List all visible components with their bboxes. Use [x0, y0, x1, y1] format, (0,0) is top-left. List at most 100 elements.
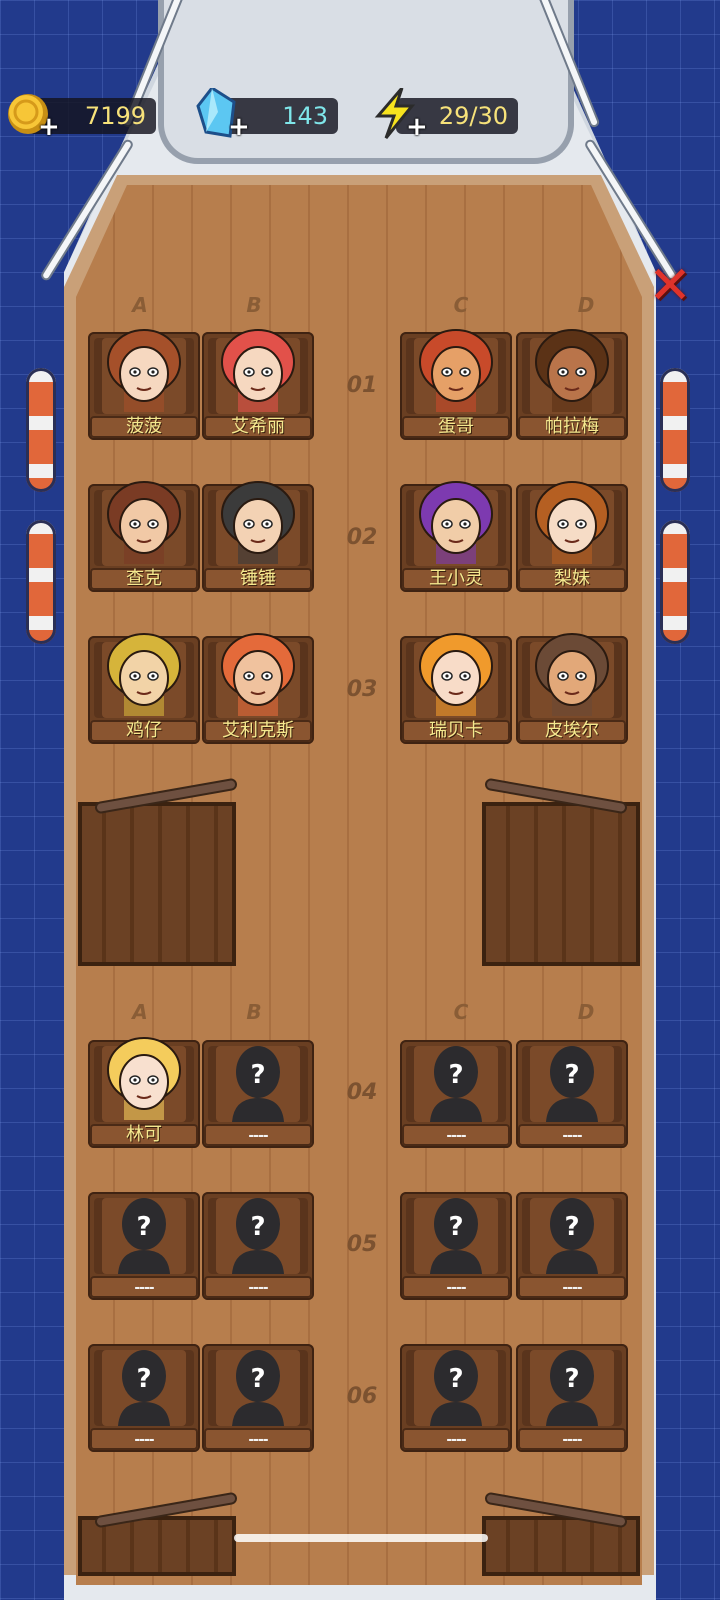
energy-counter[interactable]: 29/30 + — [372, 88, 518, 140]
unknown-mark: ? — [250, 1060, 266, 1090]
empty-seat[interactable]: ? ---- — [400, 1040, 512, 1148]
character-portrait-icon — [107, 329, 181, 412]
crew-seat[interactable]: 查克 — [88, 481, 200, 592]
row-number: 01 — [346, 373, 378, 398]
row-number: 03 — [346, 677, 378, 702]
crew-seat[interactable]: 艾希丽 — [202, 329, 314, 440]
crew-name-label: 王小灵 — [429, 568, 483, 589]
row-number: 04 — [346, 1080, 378, 1105]
empty-seat[interactable]: ? ---- — [202, 1040, 314, 1148]
stairs-right — [482, 779, 640, 966]
character-portrait-icon — [419, 329, 493, 412]
unknown-mark: ? — [564, 1060, 580, 1090]
column-label-d: D — [577, 293, 595, 317]
crew-name-label: 林可 — [126, 1124, 162, 1145]
crew-seat[interactable]: 艾利克斯 — [202, 633, 314, 744]
unknown-mark: ? — [250, 1212, 266, 1242]
character-portrait-icon — [535, 329, 609, 412]
empty-seat[interactable]: ? ---- — [400, 1344, 512, 1452]
crew-name-label: 艾利克斯 — [222, 720, 294, 741]
unknown-mark: ? — [448, 1060, 464, 1090]
unknown-mark: ? — [448, 1364, 464, 1394]
row-number: 05 — [346, 1232, 378, 1257]
home-indicator[interactable] — [234, 1534, 488, 1542]
crew-name-label: 瑞贝卡 — [429, 720, 483, 741]
empty-seat[interactable]: ? ---- — [516, 1344, 628, 1452]
crew-seat[interactable]: 瑞贝卡 — [400, 633, 512, 744]
crew-name-label: 艾希丽 — [231, 416, 285, 437]
crew-seat[interactable]: 皮埃尔 — [516, 633, 628, 744]
unknown-mark: ? — [448, 1212, 464, 1242]
crew-seat[interactable]: 王小灵 — [400, 481, 512, 592]
crew-name-label: 鸡仔 — [126, 720, 162, 741]
empty-seat-label: ---- — [446, 1128, 466, 1144]
column-label-c: C — [453, 293, 469, 317]
character-portrait-icon — [221, 329, 295, 412]
crew-name-label: 锤锤 — [240, 568, 276, 589]
stairs-left-lower — [78, 1493, 236, 1576]
stairs-right-lower — [482, 1493, 640, 1576]
unknown-mark: ? — [136, 1212, 152, 1242]
crew-seat[interactable]: 林可 — [88, 1037, 200, 1148]
empty-seat-label: ---- — [446, 1432, 466, 1448]
unknown-mark: ? — [564, 1364, 580, 1394]
empty-seat-label: ---- — [562, 1432, 582, 1448]
crew-name-label: 皮埃尔 — [545, 720, 599, 741]
empty-seat-label: ---- — [248, 1280, 268, 1296]
empty-seat-label: ---- — [134, 1432, 154, 1448]
empty-seat-label: ---- — [134, 1280, 154, 1296]
crew-seat[interactable]: 锤锤 — [202, 481, 314, 592]
character-portrait-icon — [221, 633, 295, 716]
crew-seat[interactable]: 鸡仔 — [88, 633, 200, 744]
empty-seat-label: ---- — [248, 1432, 268, 1448]
crew-name-label: 帕拉梅 — [545, 416, 599, 437]
stairs-left — [78, 779, 236, 966]
crew-seat[interactable]: 帕拉梅 — [516, 329, 628, 440]
empty-seat[interactable]: ? ---- — [88, 1192, 200, 1300]
column-label-c: C — [453, 1000, 469, 1024]
column-label-a: A — [132, 1000, 148, 1024]
life-ring — [660, 520, 690, 644]
empty-seat[interactable]: ? ---- — [88, 1344, 200, 1452]
column-label-b: B — [246, 1000, 262, 1024]
unknown-mark: ? — [250, 1364, 266, 1394]
character-portrait-icon — [535, 481, 609, 564]
character-portrait-icon — [419, 481, 493, 564]
crew-name-label: 蛋哥 — [438, 416, 474, 437]
row-number: 06 — [346, 1384, 378, 1409]
character-portrait-icon — [107, 481, 181, 564]
empty-seat[interactable]: ? ---- — [516, 1040, 628, 1148]
close-button[interactable]: ✕ — [646, 260, 694, 312]
add-gems-icon[interactable]: + — [228, 114, 250, 140]
coins-counter[interactable]: 7199 + — [4, 94, 156, 140]
column-label-b: B — [246, 293, 262, 317]
life-ring — [660, 368, 690, 492]
life-ring — [26, 520, 56, 644]
character-portrait-icon — [535, 633, 609, 716]
empty-seat-label: ---- — [562, 1128, 582, 1144]
column-label-d: D — [577, 1000, 595, 1024]
crew-name-label: 梨妹 — [554, 568, 590, 589]
column-label-a: A — [132, 293, 148, 317]
character-portrait-icon — [419, 633, 493, 716]
crew-seat[interactable]: 菠菠 — [88, 329, 200, 440]
empty-seat[interactable]: ? ---- — [516, 1192, 628, 1300]
empty-seat[interactable]: ? ---- — [202, 1192, 314, 1300]
unknown-mark: ? — [136, 1364, 152, 1394]
gems-counter[interactable]: 143 + — [194, 88, 338, 140]
add-energy-icon[interactable]: + — [406, 114, 428, 140]
crew-name-label: 查克 — [126, 568, 162, 589]
add-coins-icon[interactable]: + — [38, 114, 60, 140]
empty-seat[interactable]: ? ---- — [202, 1344, 314, 1452]
empty-seat-label: ---- — [562, 1280, 582, 1296]
crew-seat[interactable]: 梨妹 — [516, 481, 628, 592]
crew-name-label: 菠菠 — [126, 416, 162, 437]
crew-seat[interactable]: 蛋哥 — [400, 329, 512, 440]
row-number: 02 — [346, 525, 378, 550]
unknown-mark: ? — [564, 1212, 580, 1242]
empty-seat[interactable]: ? ---- — [400, 1192, 512, 1300]
empty-seat-label: ---- — [446, 1280, 466, 1296]
character-portrait-icon — [107, 1037, 181, 1120]
life-ring — [26, 368, 56, 492]
empty-seat-label: ---- — [248, 1128, 268, 1144]
